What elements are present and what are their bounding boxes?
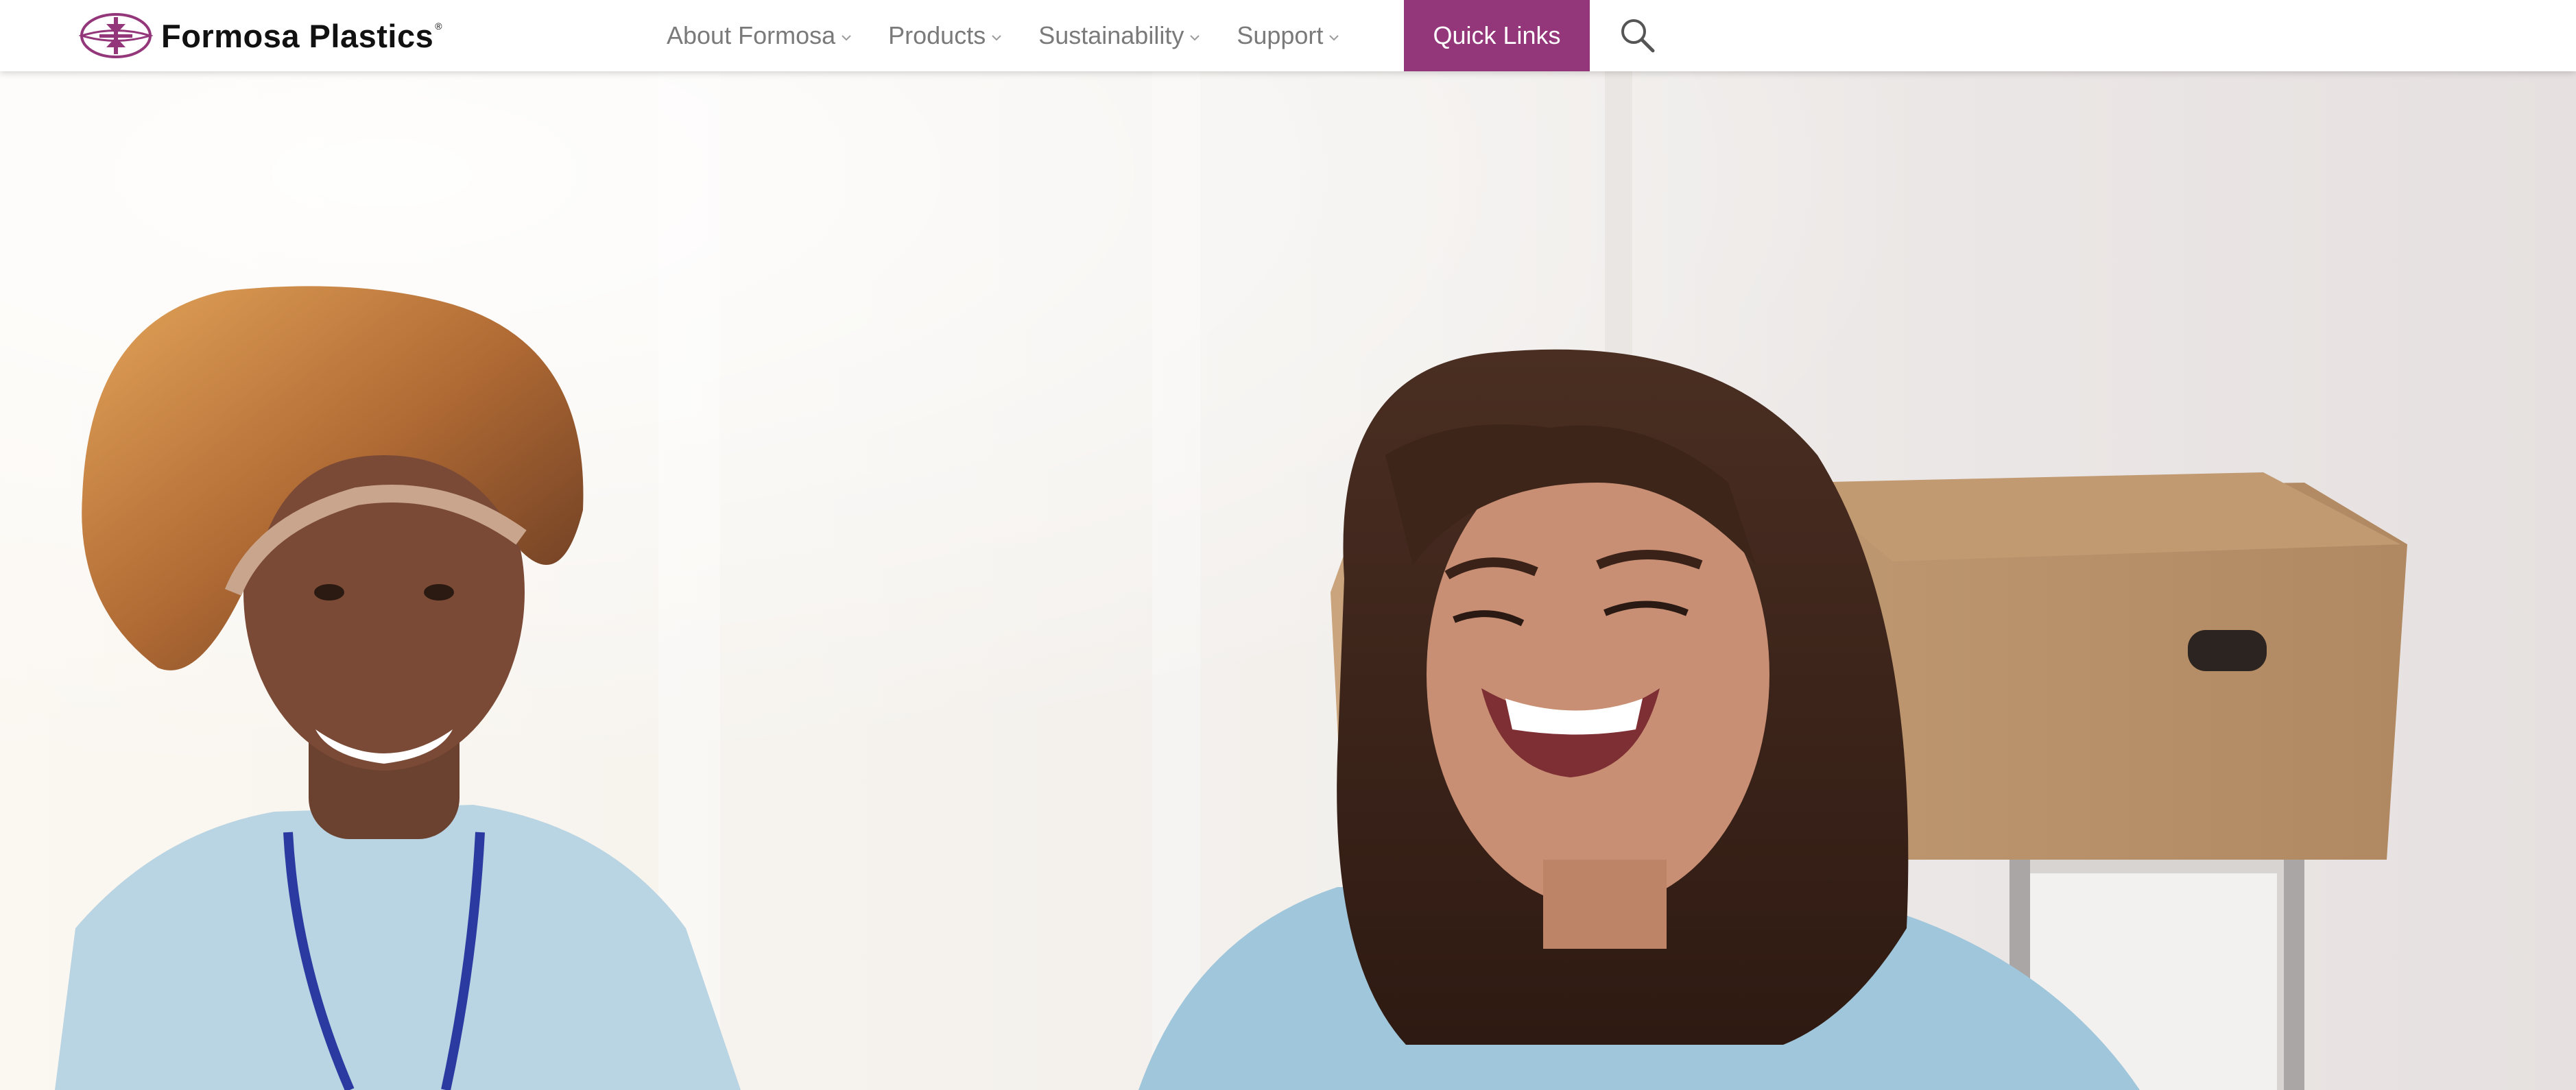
main-nav: About Formosa Products Sustainability Su… bbox=[667, 0, 1340, 71]
nav-item-label: Sustainability bbox=[1038, 21, 1184, 49]
nav-item-products[interactable]: Products bbox=[888, 21, 1003, 50]
nav-item-label: About Formosa bbox=[667, 21, 836, 49]
registered-mark: ® bbox=[435, 21, 442, 32]
chevron-down-icon bbox=[842, 35, 851, 41]
quick-links-button[interactable]: Quick Links bbox=[1404, 0, 1590, 71]
formosa-logo-icon bbox=[79, 13, 153, 58]
nav-item-sustainability[interactable]: Sustainability bbox=[1038, 21, 1201, 50]
hero-banner bbox=[0, 71, 2576, 1090]
nav-item-support[interactable]: Support bbox=[1237, 21, 1340, 50]
search-button[interactable] bbox=[1617, 15, 1658, 56]
site-header: Formosa Plastics ® About Formosa Product… bbox=[0, 0, 2576, 71]
hero-photo bbox=[0, 71, 2576, 1090]
chevron-down-icon bbox=[1329, 35, 1339, 41]
nav-item-label: Support bbox=[1237, 21, 1324, 49]
nav-item-about-formosa[interactable]: About Formosa bbox=[667, 21, 852, 50]
chevron-down-icon bbox=[1190, 35, 1200, 41]
logo-text: Formosa Plastics bbox=[161, 17, 434, 54]
chevron-down-icon bbox=[992, 35, 1001, 41]
nav-item-label: Products bbox=[888, 21, 986, 49]
logo-link[interactable]: Formosa Plastics ® bbox=[79, 10, 442, 62]
search-icon bbox=[1621, 19, 1655, 53]
